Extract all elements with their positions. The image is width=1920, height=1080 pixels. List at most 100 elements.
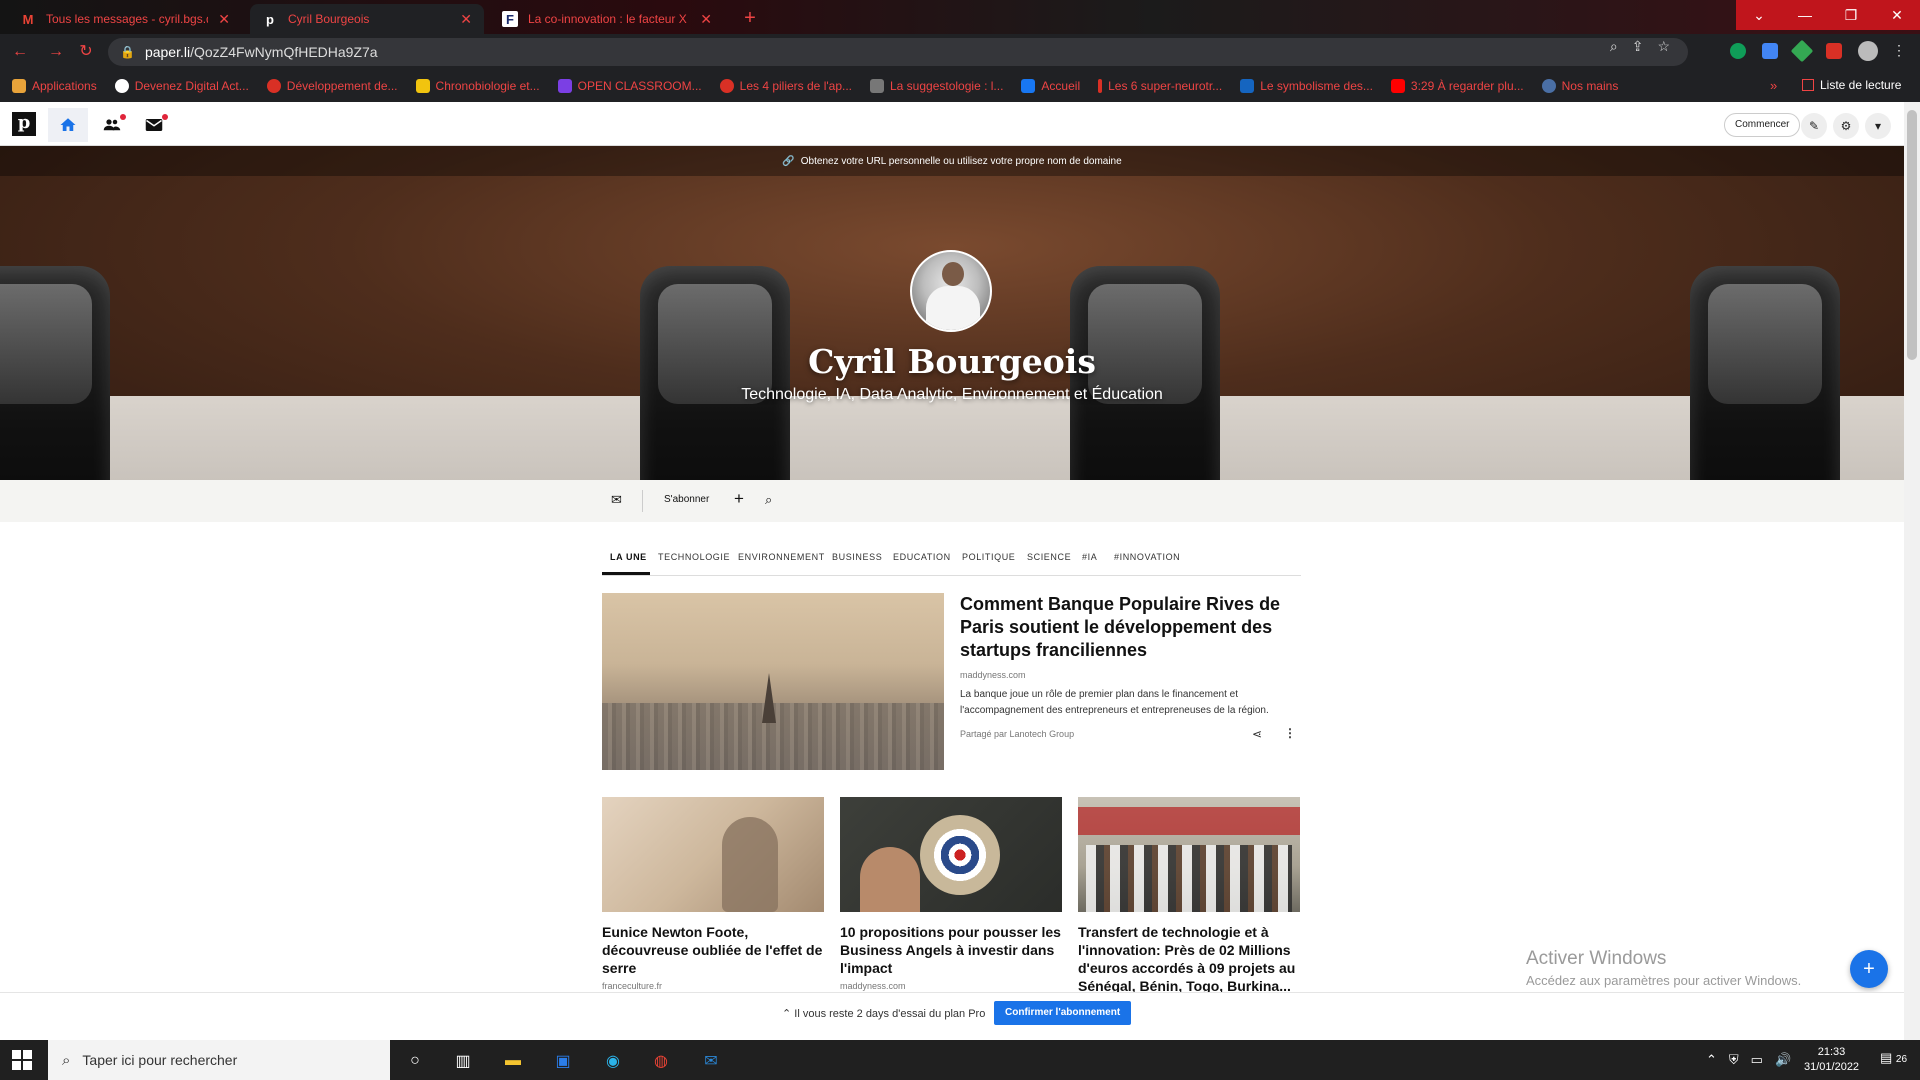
share-icon[interactable]: ⇪ bbox=[1632, 38, 1644, 55]
tab-title: La co-innovation : le facteur X de bbox=[528, 12, 691, 26]
community-button[interactable] bbox=[92, 108, 132, 142]
extensions-puzzle-icon[interactable] bbox=[1826, 43, 1842, 59]
tab-la-une[interactable]: LA UNE bbox=[610, 552, 647, 562]
network-icon[interactable]: ▭ bbox=[1751, 1052, 1763, 1068]
edge-icon[interactable]: ◉ bbox=[600, 1048, 626, 1074]
bookmark-item[interactable]: 3:29 À regarder plu... bbox=[1390, 79, 1524, 93]
article-card[interactable]: 10 propositions pour pousser les Busines… bbox=[840, 797, 1062, 991]
minimize-icon[interactable]: — bbox=[1782, 0, 1828, 30]
chevron-up-icon[interactable]: ⌃ bbox=[1706, 1052, 1717, 1068]
chrome-icon[interactable]: ◍ bbox=[648, 1048, 674, 1074]
article-thumbnail[interactable] bbox=[840, 797, 1062, 912]
tab-politique[interactable]: POLITIQUE bbox=[962, 552, 1015, 562]
account-dropdown[interactable]: ▾ bbox=[1865, 113, 1891, 139]
bookmark-item[interactable]: Les 4 piliers de l'ap... bbox=[719, 79, 852, 93]
tab-co-innovation[interactable]: F La co-innovation : le facteur X de ✕ bbox=[490, 4, 724, 34]
article-title[interactable]: Eunice Newton Foote, découvreuse oubliée… bbox=[602, 923, 824, 977]
tab-innovation[interactable]: #INNOVATION bbox=[1114, 552, 1180, 562]
store-icon[interactable]: ▣ bbox=[550, 1048, 576, 1074]
share-icon[interactable]: ⋖ bbox=[1252, 727, 1262, 741]
article-thumbnail[interactable] bbox=[1078, 797, 1300, 912]
add-floating-button[interactable]: + bbox=[1850, 950, 1888, 988]
confirm-subscription-button[interactable]: Confirmer l'abonnement bbox=[994, 1001, 1132, 1025]
file-explorer-icon[interactable]: ▬ bbox=[500, 1048, 526, 1074]
notification-dot bbox=[120, 114, 126, 120]
article-title[interactable]: Transfert de technologie et à l'innovati… bbox=[1078, 923, 1300, 995]
taskbar-search-box[interactable]: ⌕ Taper ici pour rechercher bbox=[48, 1040, 390, 1080]
bookmark-star-icon[interactable]: ☆ bbox=[1657, 38, 1670, 55]
reading-list-button[interactable]: Liste de lecture bbox=[1802, 78, 1901, 92]
close-window-icon[interactable]: ✕ bbox=[1874, 0, 1920, 30]
tab-cyril-bourgeois[interactable]: p Cyril Bourgeois ✕ bbox=[250, 4, 484, 34]
bookmark-item[interactable]: Les 6 super-neurotr... bbox=[1098, 79, 1222, 93]
close-icon[interactable]: ✕ bbox=[218, 11, 230, 28]
add-icon[interactable]: + bbox=[734, 489, 744, 509]
tab-search-icon[interactable]: ⌄ bbox=[1736, 0, 1782, 30]
extension-diamond-icon[interactable] bbox=[1790, 39, 1814, 63]
tab-science[interactable]: SCIENCE bbox=[1027, 552, 1071, 562]
home-button[interactable] bbox=[48, 108, 88, 142]
volume-icon[interactable]: 🔊 bbox=[1775, 1052, 1791, 1068]
gear-icon: ⚙ bbox=[1840, 119, 1852, 133]
article-thumbnail[interactable] bbox=[602, 797, 824, 912]
tab-education[interactable]: EDUCATION bbox=[893, 552, 951, 562]
article-card[interactable]: Eunice Newton Foote, découvreuse oubliée… bbox=[602, 797, 824, 991]
chevron-up-icon[interactable]: ⌃ bbox=[782, 1008, 794, 1020]
browser-menu-icon[interactable]: ⋮ bbox=[1892, 42, 1906, 59]
close-icon[interactable]: ✕ bbox=[460, 11, 472, 28]
messages-button[interactable] bbox=[134, 108, 174, 142]
bookmarks-overflow-icon[interactable]: » bbox=[1770, 78, 1777, 93]
restore-icon[interactable]: ❐ bbox=[1828, 0, 1874, 30]
article-card[interactable]: Transfert de technologie et à l'innovati… bbox=[1078, 797, 1300, 999]
featured-article-source[interactable]: maddyness.com bbox=[960, 670, 1026, 680]
extension-green-icon[interactable] bbox=[1730, 43, 1746, 59]
bookmark-item[interactable]: OPEN CLASSROOM... bbox=[557, 79, 702, 93]
bookmark-item[interactable]: Chronobiologie et... bbox=[415, 79, 540, 93]
tab-gmail[interactable]: M Tous les messages - cyril.bgs.dev ✕ bbox=[8, 4, 242, 34]
page-scrollbar[interactable] bbox=[1904, 102, 1920, 1040]
bookmark-item[interactable]: Le symbolisme des... bbox=[1240, 79, 1373, 93]
task-view-icon[interactable]: ▥ bbox=[450, 1048, 476, 1074]
mail-icon[interactable]: ✉ bbox=[611, 492, 622, 508]
zoom-icon[interactable]: ⌕ bbox=[1610, 38, 1618, 55]
article-title[interactable]: 10 propositions pour pousser les Busines… bbox=[840, 923, 1062, 977]
scrollbar-thumb[interactable] bbox=[1907, 110, 1917, 360]
search-icon[interactable]: ⌕ bbox=[765, 492, 772, 508]
bookmark-item[interactable]: Applications bbox=[12, 79, 97, 93]
tab-environnement[interactable]: ENVIRONNEMENT bbox=[738, 552, 825, 562]
windows-start-icon[interactable] bbox=[12, 1050, 32, 1070]
paperli-logo[interactable]: p bbox=[12, 112, 36, 136]
custom-domain-banner[interactable]: 🔗 Obtenez votre URL personnelle ou utili… bbox=[0, 146, 1904, 176]
bookmark-item[interactable]: Accueil bbox=[1021, 79, 1080, 93]
taskbar-clock[interactable]: 21:33 31/01/2022 bbox=[1804, 1045, 1859, 1075]
settings-button[interactable]: ⚙ bbox=[1833, 113, 1859, 139]
tab-business[interactable]: BUSINESS bbox=[832, 552, 882, 562]
tab-technologie[interactable]: TECHNOLOGIE bbox=[658, 552, 730, 562]
featured-article-image[interactable] bbox=[602, 593, 944, 770]
edit-button[interactable]: ✎ bbox=[1801, 113, 1827, 139]
address-bar[interactable]: 🔒 paper.li/QozZ4FwNymQfHEDHa9Z7a bbox=[108, 38, 1688, 66]
forward-icon[interactable]: → bbox=[46, 42, 66, 62]
security-icon[interactable]: ⛨ bbox=[1729, 1052, 1739, 1068]
profile-avatar-icon[interactable] bbox=[1858, 41, 1878, 61]
extension-blue-icon[interactable] bbox=[1762, 43, 1778, 59]
close-icon[interactable]: ✕ bbox=[700, 11, 712, 28]
lock-icon[interactable]: 🔒 bbox=[120, 45, 135, 59]
bookmark-item[interactable]: Devenez Digital Act... bbox=[114, 79, 249, 93]
notifications-icon[interactable]: ▤ 26 bbox=[1880, 1050, 1907, 1066]
cortana-icon[interactable]: ○ bbox=[402, 1048, 428, 1074]
bookmark-item[interactable]: La suggestologie : l... bbox=[870, 79, 1003, 93]
featured-article-title[interactable]: Comment Banque Populaire Rives de Paris … bbox=[960, 593, 1300, 662]
article-source[interactable]: franceculture.fr bbox=[602, 981, 824, 991]
bookmark-item[interactable]: Développement de... bbox=[266, 79, 398, 93]
mail-app-icon[interactable]: ✉ bbox=[698, 1048, 724, 1074]
start-button[interactable]: Commencer bbox=[1724, 113, 1801, 137]
more-options-icon[interactable]: ⋮ bbox=[1284, 726, 1296, 740]
subscribe-button[interactable]: S'abonner bbox=[664, 494, 709, 505]
article-source[interactable]: maddyness.com bbox=[840, 981, 1062, 991]
tab-ia[interactable]: #IA bbox=[1082, 552, 1097, 562]
reload-icon[interactable]: ↻ bbox=[76, 42, 96, 62]
bookmark-item[interactable]: Nos mains bbox=[1541, 79, 1618, 93]
new-tab-button[interactable]: + bbox=[738, 7, 762, 31]
back-icon[interactable]: ← bbox=[10, 42, 30, 62]
